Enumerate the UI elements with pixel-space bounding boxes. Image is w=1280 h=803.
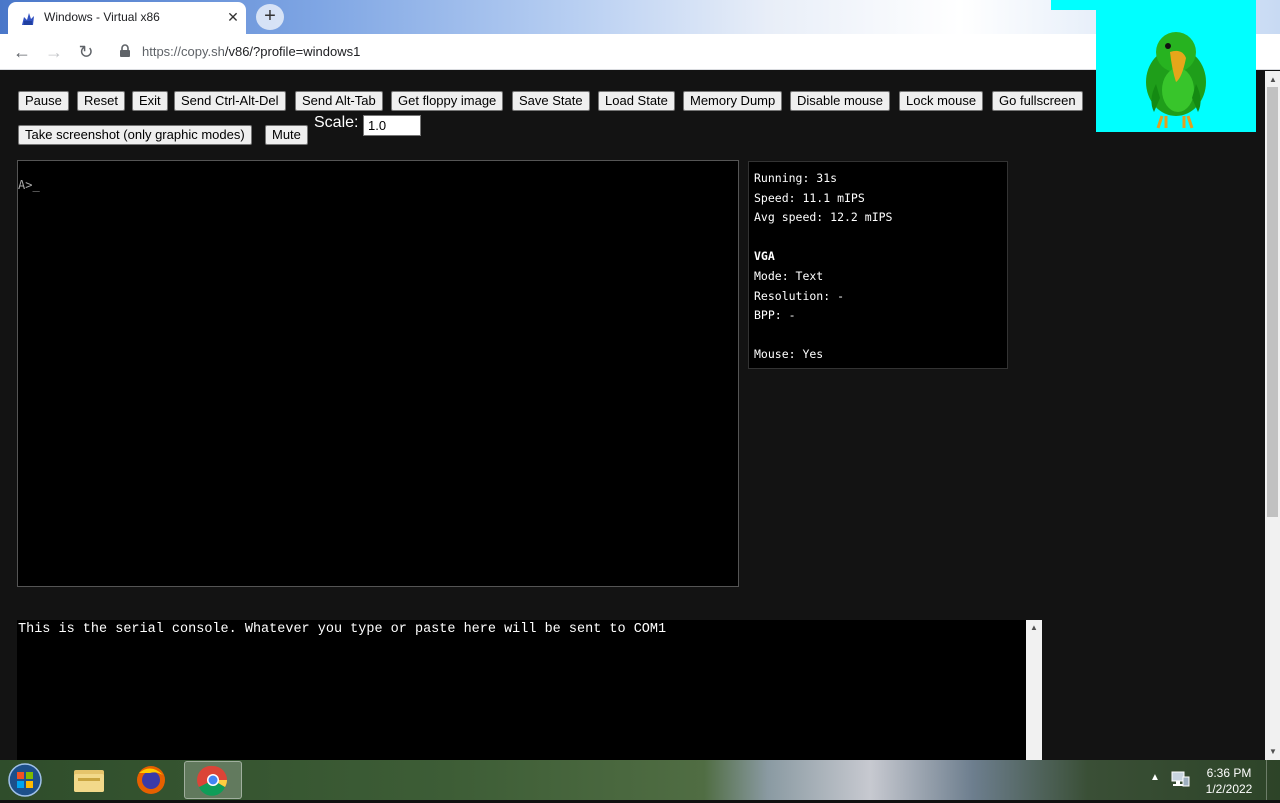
- tab-windows-virtual-x86[interactable]: Windows - Virtual x86 ✕: [8, 2, 246, 34]
- start-button-icon[interactable]: [4, 761, 46, 799]
- runtime-info-panel: Running: 31s Speed: 11.1 mIPS Avg speed:…: [748, 161, 1008, 369]
- chrome-icon: [197, 765, 227, 796]
- forward-arrow-icon[interactable]: →: [42, 40, 66, 64]
- scroll-up-arrow-icon[interactable]: ▲: [1269, 75, 1277, 84]
- v86-favicon-icon: [22, 13, 34, 25]
- vga-screen[interactable]: A>_: [17, 160, 739, 587]
- lock-mouse-button[interactable]: Lock mouse: [899, 91, 984, 111]
- speed: Speed: 11.1 mIPS: [754, 190, 865, 205]
- scale-input[interactable]: 1.0: [363, 115, 421, 136]
- vga-mode: Mode: Text: [754, 268, 824, 283]
- vga-resolution: Resolution: -: [754, 288, 845, 303]
- exit-button[interactable]: Exit: [132, 91, 168, 111]
- chrome-taskbar-button[interactable]: [184, 761, 242, 799]
- file-explorer-icon[interactable]: [60, 761, 118, 799]
- v86-page: Pause Reset Exit Send Ctrl-Alt-Del Send Alt-…: [0, 71, 1265, 760]
- vga-heading: VGA: [754, 249, 775, 264]
- url-path: /v86/?profile=windows1: [224, 44, 361, 59]
- pause-button[interactable]: Pause: [18, 91, 69, 111]
- load-state-button[interactable]: Load State: [598, 91, 675, 111]
- scroll-up-arrow-icon[interactable]: ▲: [1030, 623, 1038, 632]
- parrot-icon: [1146, 32, 1206, 129]
- mute-button[interactable]: Mute: [265, 125, 308, 145]
- serial-console[interactable]: This is the serial console. Whatever you…: [17, 620, 1042, 760]
- memory-dump-button[interactable]: Memory Dump: [683, 91, 783, 111]
- taskbar: ▲ 6:36 PM 1/2/2022: [0, 760, 1280, 800]
- take-screenshot-button[interactable]: Take screenshot (only graphic modes): [18, 125, 252, 145]
- system-clock[interactable]: 6:36 PM 1/2/2022: [1200, 765, 1258, 797]
- reset-button[interactable]: Reset: [77, 91, 125, 111]
- vga-bpp: BPP: -: [754, 308, 796, 323]
- reload-icon[interactable]: ↻: [74, 40, 98, 64]
- clock-time: 6:36 PM: [1206, 766, 1252, 780]
- new-tab-button[interactable]: +: [256, 4, 284, 30]
- running-time: Running: 31s: [754, 171, 838, 185]
- scroll-down-arrow-icon[interactable]: ▼: [1269, 747, 1277, 756]
- serial-scrollbar[interactable]: ▲: [1026, 620, 1042, 760]
- send-alt-tab-button[interactable]: Send Alt-Tab: [295, 91, 383, 111]
- tab-title: Windows - Virtual x86: [44, 10, 160, 24]
- close-tab-icon[interactable]: ✕: [224, 8, 242, 26]
- network-icon[interactable]: [1170, 770, 1190, 788]
- url-host: https://copy.sh: [142, 44, 225, 59]
- parrot-overlay: [1096, 0, 1256, 132]
- screen-text: A>_: [18, 178, 40, 192]
- lock-icon[interactable]: [118, 44, 132, 58]
- serial-console-text: This is the serial console. Whatever you…: [18, 622, 667, 637]
- scroll-thumb[interactable]: [1267, 87, 1278, 517]
- page-scrollbar[interactable]: ▲ ▼: [1265, 71, 1280, 760]
- send-ctrl-alt-del-button[interactable]: Send Ctrl-Alt-Del: [174, 91, 286, 111]
- mouse-status: Mouse: Yes: [754, 347, 824, 362]
- get-floppy-image-button[interactable]: Get floppy image: [391, 91, 504, 111]
- overlay-strip: [1051, 0, 1096, 10]
- go-fullscreen-button[interactable]: Go fullscreen: [992, 91, 1083, 111]
- address-bar[interactable]: https://copy.sh/v86/?profile=windows1: [142, 44, 360, 59]
- clock-date: 1/2/2022: [1205, 782, 1253, 796]
- avg-speed: Avg speed: 12.2 mIPS: [754, 210, 893, 225]
- browser-toolbar: ← → ↻ https://copy.sh/v86/?profile=windo…: [0, 34, 1280, 70]
- save-state-button[interactable]: Save State: [512, 91, 590, 111]
- back-arrow-icon[interactable]: ←: [10, 40, 34, 64]
- disable-mouse-button[interactable]: Disable mouse: [790, 91, 890, 111]
- firefox-icon[interactable]: [122, 761, 180, 799]
- scale-label: Scale:: [314, 114, 359, 131]
- show-hidden-icons-icon[interactable]: ▲: [1150, 772, 1160, 783]
- show-desktop-button[interactable]: [1266, 760, 1280, 800]
